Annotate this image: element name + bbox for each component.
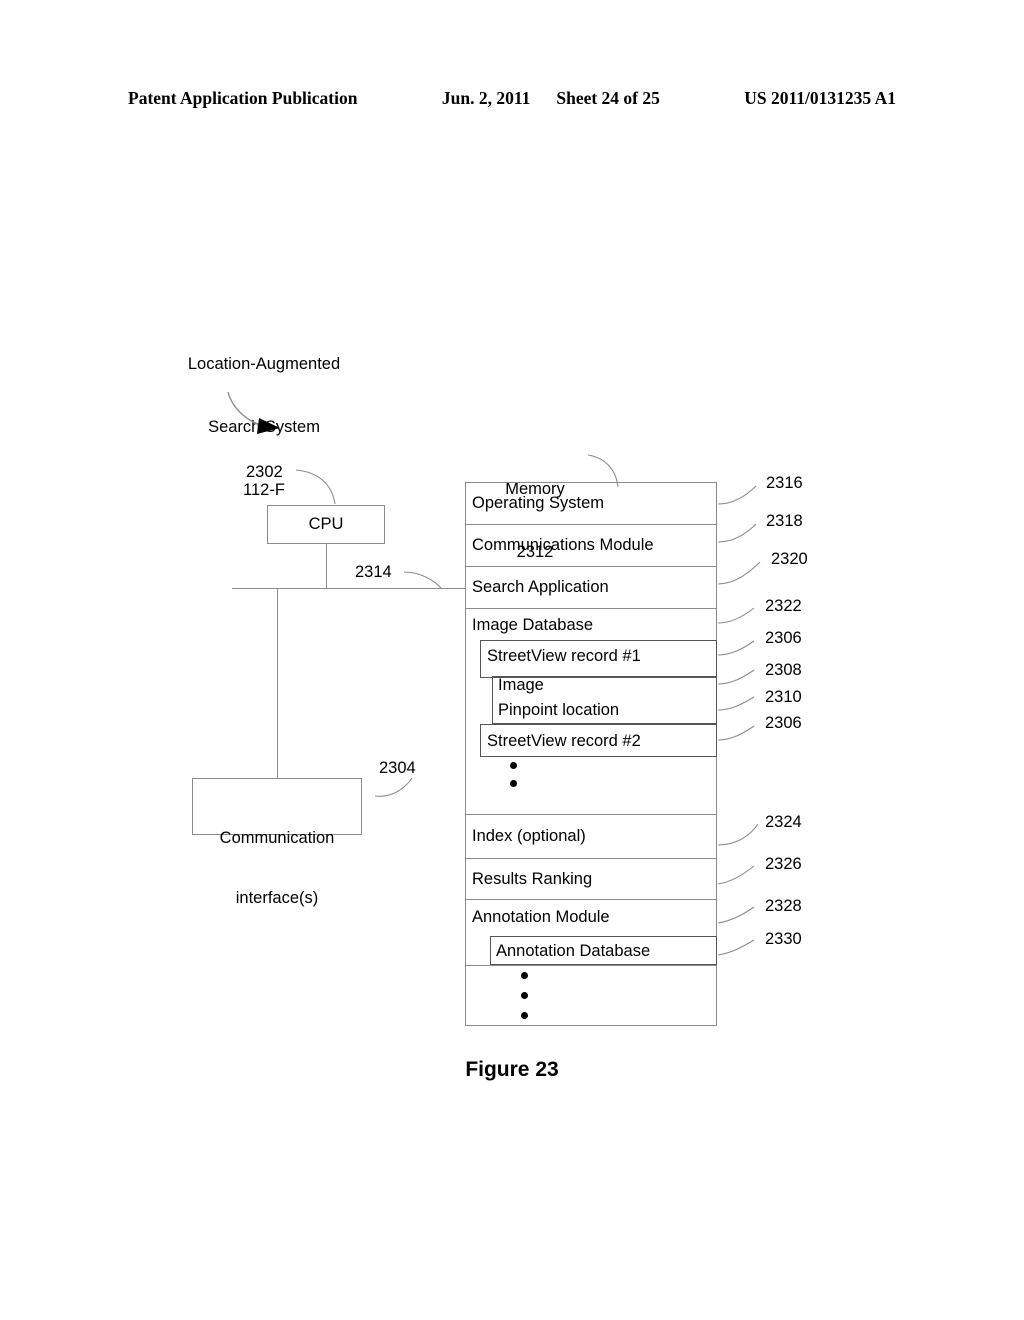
- memory-bottom-ellipsis: [521, 972, 528, 1019]
- memory-entry-annotation-module: Annotation Module: [472, 908, 610, 926]
- ref-numeral-2322: 2322: [765, 597, 802, 615]
- ref-2304: 2304: [379, 759, 416, 777]
- cpu-label: CPU: [308, 515, 344, 533]
- ref-numeral-2310: 2310: [765, 688, 802, 706]
- ref-2314: 2314: [355, 563, 392, 581]
- page-header: Patent Application Publication Jun. 2, 2…: [0, 88, 1024, 109]
- communication-interface-line-2: interface(s): [235, 889, 319, 907]
- ref-numeral-2308: 2308: [765, 661, 802, 679]
- memory-divider-5: [465, 858, 717, 859]
- memory-entry-results-ranking: Results Ranking: [472, 870, 593, 888]
- memory-divider-3: [465, 608, 717, 609]
- system-bus: [232, 588, 465, 589]
- memory-divider-2: [465, 566, 717, 567]
- memory-entry-streetview-record-2: StreetView record #2: [487, 732, 641, 750]
- header-document-number: US 2011/0131235 A1: [744, 88, 896, 108]
- system-title-line-2: Search System: [208, 418, 320, 436]
- bus-comm-connector: [277, 588, 278, 778]
- communication-interface-line-1: Communication: [219, 829, 335, 847]
- memory-entry-image: Image: [498, 676, 544, 694]
- ref-numeral-2324: 2324: [765, 813, 802, 831]
- memory-divider-4: [465, 814, 717, 815]
- header-sheet: Sheet 24 of 25: [556, 88, 660, 108]
- image-database-ellipsis: [510, 762, 517, 787]
- ref-numeral-2328: 2328: [765, 897, 802, 915]
- communication-interface-label: Communication interface(s): [192, 788, 362, 948]
- ref-numeral-2306-b: 2306: [765, 714, 802, 732]
- memory-entry-image-database: Image Database: [472, 616, 594, 634]
- memory-divider-1: [465, 524, 717, 525]
- memory-divider-7: [465, 965, 717, 966]
- memory-entry-communications-module: Communications Module: [472, 536, 654, 554]
- figure-caption: Figure 23: [465, 1058, 559, 1081]
- ref-numeral-2316: 2316: [766, 474, 803, 492]
- memory-entry-search-application: Search Application: [472, 578, 609, 596]
- memory-entry-pinpoint-location: Pinpoint location: [498, 701, 620, 719]
- system-title-line-1: Location-Augmented: [187, 355, 341, 373]
- ref-2302: 2302: [246, 463, 283, 481]
- ref-numeral-2320: 2320: [771, 550, 808, 568]
- ref-numeral-2326: 2326: [765, 855, 802, 873]
- memory-entry-index-optional: Index (optional): [472, 827, 586, 845]
- ref-numeral-2330: 2330: [765, 930, 802, 948]
- cpu-bus-connector: [326, 544, 327, 588]
- memory-entry-streetview-record-1: StreetView record #1: [487, 647, 641, 665]
- patent-figure-page: Patent Application Publication Jun. 2, 2…: [0, 0, 1024, 1320]
- system-title-line-3: 112-F: [243, 481, 285, 499]
- memory-divider-6: [465, 899, 717, 900]
- header-date: Jun. 2, 2011: [441, 88, 531, 108]
- header-publication: Patent Application Publication: [128, 88, 358, 108]
- ref-numeral-2318: 2318: [766, 512, 803, 530]
- memory-entry-operating-system: Operating System: [472, 494, 605, 512]
- memory-entry-annotation-database: Annotation Database: [496, 942, 651, 960]
- ref-numeral-2306-a: 2306: [765, 629, 802, 647]
